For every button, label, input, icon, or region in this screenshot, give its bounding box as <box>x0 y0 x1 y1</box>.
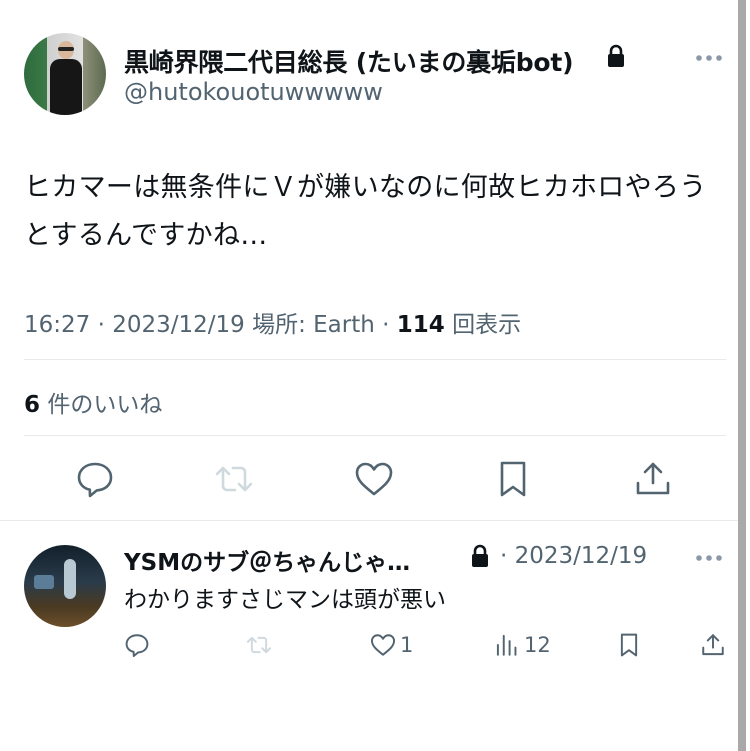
reply-views-button[interactable]: 12 <box>494 629 551 661</box>
scrollbar[interactable] <box>738 0 746 751</box>
reply-author-avatar[interactable] <box>24 545 106 627</box>
reply-bookmark-button[interactable] <box>616 629 642 661</box>
reply-retweet-button[interactable] <box>246 629 272 661</box>
scrollbar-thumb[interactable] <box>738 0 746 751</box>
retweet-button[interactable] <box>212 457 256 501</box>
avatar-person <box>50 41 82 115</box>
divider <box>24 435 726 436</box>
lock-icon <box>608 44 624 67</box>
heart-icon <box>355 462 393 496</box>
share-icon <box>702 634 724 656</box>
like-button[interactable] <box>352 457 396 501</box>
author-display-name[interactable]: 黒崎界隈二代目総長 (たいまの裏垢bot) <box>124 43 574 79</box>
divider <box>24 359 726 360</box>
bookmark-button[interactable] <box>491 457 535 501</box>
reply-share-button[interactable] <box>700 629 726 661</box>
retweet-icon <box>215 466 253 492</box>
views-icon <box>496 634 517 656</box>
views-label: 回表示 <box>444 312 522 338</box>
share-button[interactable] <box>631 457 675 501</box>
retweet-icon <box>246 636 272 654</box>
tweet-meta: 16:27 · 2023/12/19 場所: Earth · 114 回表示 <box>24 305 521 339</box>
reply-like-button[interactable]: 1 <box>370 629 413 661</box>
lock-icon <box>472 544 488 567</box>
reply-icon <box>125 634 149 658</box>
reply-views-count: 12 <box>524 633 551 657</box>
tweet-text: ヒカマーは無条件にＶが嫌いなのに何故ヒカホロやろうとするんですかね… <box>24 172 707 251</box>
views-count: 114 <box>396 312 445 338</box>
bookmark-icon <box>620 633 638 657</box>
more-icon[interactable] <box>694 51 724 65</box>
likes-count: 6 <box>24 392 41 418</box>
more-icon[interactable] <box>694 551 724 565</box>
reply-text: わかりますさじマンは頭が悪い <box>124 587 446 613</box>
reply-author-name[interactable]: YSMのサブ＠ちゃんじゃ… <box>124 543 410 577</box>
author-handle[interactable]: @hutokouotuwwwww <box>124 78 383 106</box>
tweet-timestamp[interactable]: 16:27 · 2023/12/19 場所: Earth · <box>24 312 397 338</box>
author-avatar[interactable] <box>24 33 106 115</box>
reply-date[interactable]: · 2023/12/19 <box>500 543 647 569</box>
likes-label: 件のいいね <box>40 392 163 418</box>
share-icon <box>636 462 670 495</box>
reply-icon <box>77 462 113 498</box>
reply-button[interactable] <box>73 457 117 501</box>
likes-summary[interactable]: 6 件のいいね <box>24 385 162 419</box>
reply-reply-button[interactable] <box>124 629 150 661</box>
reply-like-count: 1 <box>400 633 414 657</box>
bookmark-icon <box>500 461 526 497</box>
thread-divider <box>0 520 738 521</box>
heart-icon <box>370 634 396 656</box>
